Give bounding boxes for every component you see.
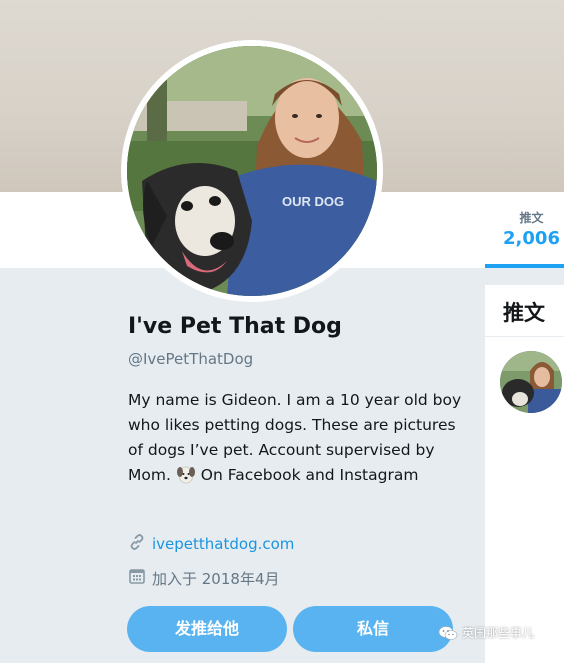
profile-bio: My name is Gideon. I am a 10 year old bo…	[128, 388, 463, 488]
watermark: 英国那些事儿	[438, 624, 534, 641]
tweet-author-avatar[interactable]	[500, 351, 562, 413]
joined-date: 加入于 2018年4月	[152, 569, 280, 588]
dog-face-emoji-icon	[176, 464, 196, 484]
svg-text:OUR DOG: OUR DOG	[282, 194, 344, 209]
active-tab-indicator	[485, 264, 564, 268]
tweets-stat[interactable]: 推文 2,006	[485, 205, 564, 267]
tweets-stat-label: 推文	[519, 211, 544, 225]
tweet-to-button[interactable]: 发推给他	[127, 606, 287, 652]
profile-avatar[interactable]: OUR DOG	[121, 40, 383, 302]
website-row: ivepetthatdog.com	[128, 533, 294, 555]
link-icon	[128, 533, 146, 555]
wechat-icon	[438, 625, 458, 641]
calendar-icon	[128, 567, 146, 589]
message-button[interactable]: 私信	[293, 606, 453, 652]
bio-text-continued: On Facebook and Instagram	[200, 466, 419, 484]
website-link[interactable]: ivepetthatdog.com	[152, 535, 294, 553]
tweets-stat-count: 2,006	[503, 228, 560, 249]
tweets-header: 推文	[485, 285, 564, 337]
joined-date-row: 加入于 2018年4月	[128, 567, 280, 589]
display-name[interactable]: I've Pet That Dog	[128, 314, 342, 339]
tweets-timeline-card: 推文	[485, 285, 564, 663]
watermark-text: 英国那些事儿	[462, 626, 535, 640]
username-handle: @IvePetThatDog	[128, 350, 254, 368]
